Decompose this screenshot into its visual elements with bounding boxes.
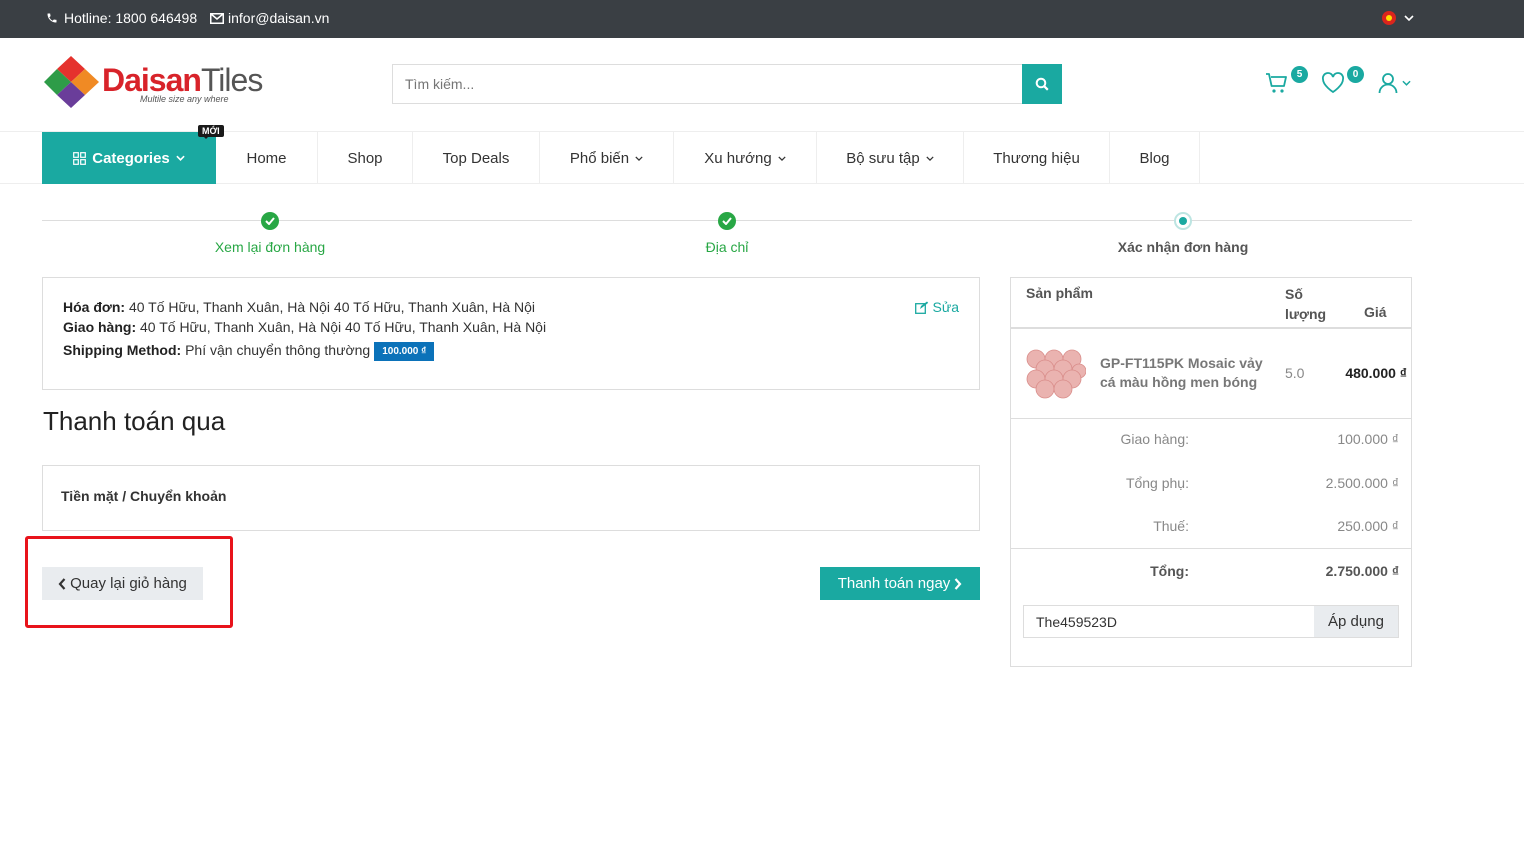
- nav-blog[interactable]: Blog: [1110, 132, 1200, 184]
- edit-icon: [914, 301, 928, 314]
- product-name[interactable]: GP-FT115PK Mosaic vảy cá màu hồng men bó…: [1100, 354, 1280, 392]
- account-menu[interactable]: [1378, 72, 1411, 94]
- payment-title: Thanh toán qua: [43, 406, 226, 436]
- nav-brands-label: Thương hiệu: [993, 149, 1080, 167]
- nav-popular[interactable]: Phổ biến: [540, 132, 674, 184]
- step-1-check-icon: [261, 212, 279, 230]
- hotline-text: Hotline: 1800 646498: [64, 10, 198, 26]
- apply-coupon-button[interactable]: Áp dụng: [1314, 606, 1398, 637]
- summary-header: Sản phẩm Số lượng Giá: [1011, 278, 1411, 329]
- step-2-check-icon: [718, 212, 736, 230]
- order-summary: Sản phẩm Số lượng Giá GP-FT115PK Mosaic v…: [1010, 277, 1412, 667]
- top-bar: Hotline: 1800 646498 infor@daisan.vn: [0, 0, 1524, 38]
- cart-button[interactable]: 5: [1265, 66, 1308, 97]
- coupon-form: Áp dụng: [1023, 605, 1399, 638]
- summary-divider: [1011, 548, 1411, 549]
- hotline[interactable]: Hotline: 1800 646498: [46, 10, 197, 26]
- step-address[interactable]: Địa chỉ: [706, 239, 749, 255]
- logo-slogan: Multile size any where: [140, 94, 229, 104]
- product-thumbnail[interactable]: [1026, 347, 1086, 403]
- chevron-down-icon: [926, 155, 934, 161]
- edit-label: Sửa: [932, 299, 960, 315]
- edit-address-link[interactable]: Sửa: [914, 299, 960, 315]
- email-link[interactable]: infor@daisan.vn: [210, 10, 329, 26]
- invoice-address: Hóa đơn: 40 Tố Hữu, Thanh Xuân, Hà Nội 4…: [63, 299, 536, 315]
- nav-popular-label: Phổ biến: [569, 149, 630, 167]
- shipping-address: Giao hàng: 40 Tố Hữu, Thanh Xuân, Hà Nội…: [63, 319, 547, 335]
- wishlist-button[interactable]: 0: [1321, 66, 1364, 97]
- heart-icon: [1322, 72, 1344, 94]
- nav-collections[interactable]: Bộ sưu tập: [817, 132, 964, 184]
- back-to-cart-label: Quay lại giỏ hàng: [70, 575, 187, 592]
- chevron-left-icon: [58, 577, 66, 590]
- nav-collections-label: Bộ sưu tập: [846, 149, 920, 167]
- product-quantity: 5.0: [1285, 365, 1305, 381]
- shipping-method: Shipping Method: Phí vận chuyển thông th…: [63, 342, 435, 361]
- nav-brands[interactable]: Thương hiệu: [964, 132, 1110, 184]
- phone-icon: [47, 13, 57, 23]
- email-text: infor@daisan.vn: [228, 10, 330, 26]
- step-3-current-icon: [1174, 212, 1192, 230]
- site-logo[interactable]: DaisanTiles Multile size any where: [44, 56, 284, 108]
- chevron-down-icon: [1402, 80, 1411, 86]
- search-input[interactable]: [393, 65, 1023, 103]
- search-button[interactable]: [1022, 64, 1062, 104]
- categories-button[interactable]: Categories MỚI: [42, 125, 224, 184]
- wishlist-count-badge: 0: [1347, 66, 1364, 83]
- nav-trending[interactable]: Xu hướng: [674, 132, 817, 184]
- logo-diamond-icon: [44, 56, 99, 108]
- chevron-right-icon: [954, 577, 962, 590]
- nav-shop-label: Shop: [347, 149, 383, 167]
- pay-now-button[interactable]: Thanh toán ngay: [820, 567, 980, 600]
- nav-blog-label: Blog: [1139, 149, 1170, 167]
- nav-top-deals-label: Top Deals: [442, 149, 510, 167]
- payment-option-label: Tiền mặt / Chuyển khoản: [61, 488, 227, 504]
- chevron-down-icon: [1404, 15, 1414, 21]
- language-selector[interactable]: [1382, 11, 1414, 25]
- product-row: GP-FT115PK Mosaic vảy cá màu hồng men bó…: [1011, 329, 1411, 419]
- nav-shop[interactable]: Shop: [318, 132, 413, 184]
- coupon-input[interactable]: [1024, 606, 1315, 637]
- user-icon: [1378, 73, 1398, 94]
- nav-home[interactable]: Home: [216, 132, 318, 184]
- grid-icon: [73, 151, 87, 165]
- step-review-order[interactable]: Xem lại đơn hàng: [215, 239, 325, 255]
- nav-home-label: Home: [246, 149, 287, 167]
- col-product: Sản phẩm: [1026, 285, 1093, 301]
- nav-top-deals[interactable]: Top Deals: [413, 132, 540, 184]
- envelope-icon: [210, 12, 224, 24]
- cart-icon: [1266, 73, 1287, 93]
- col-quantity: Số lượng: [1285, 286, 1327, 322]
- vietnam-flag-icon: [1382, 11, 1396, 25]
- categories-label: Categories: [92, 149, 170, 167]
- back-to-cart-button[interactable]: Quay lại giỏ hàng: [42, 567, 203, 600]
- col-price: Giá: [1364, 304, 1387, 320]
- pay-now-label: Thanh toán ngay: [837, 575, 951, 592]
- search-bar: [392, 64, 1062, 104]
- nav-trending-label: Xu hướng: [704, 149, 772, 167]
- chevron-down-icon: [635, 155, 643, 161]
- cart-count-badge: 5: [1291, 66, 1308, 83]
- search-icon: [1035, 77, 1049, 91]
- product-price: 480.000 ₫: [1345, 365, 1407, 381]
- payment-option[interactable]: Tiền mặt / Chuyển khoản: [42, 465, 980, 531]
- address-summary: Hóa đơn: 40 Tố Hữu, Thanh Xuân, Hà Nội 4…: [42, 277, 980, 390]
- chevron-down-icon: [176, 155, 185, 161]
- chevron-down-icon: [778, 155, 786, 161]
- main-nav: Categories MỚI Home Shop Top Deals Phổ b…: [0, 125, 1524, 184]
- shipping-price-badge: 100.000 ₫: [374, 342, 435, 361]
- step-confirm-order: Xác nhận đơn hàng: [1117, 239, 1249, 255]
